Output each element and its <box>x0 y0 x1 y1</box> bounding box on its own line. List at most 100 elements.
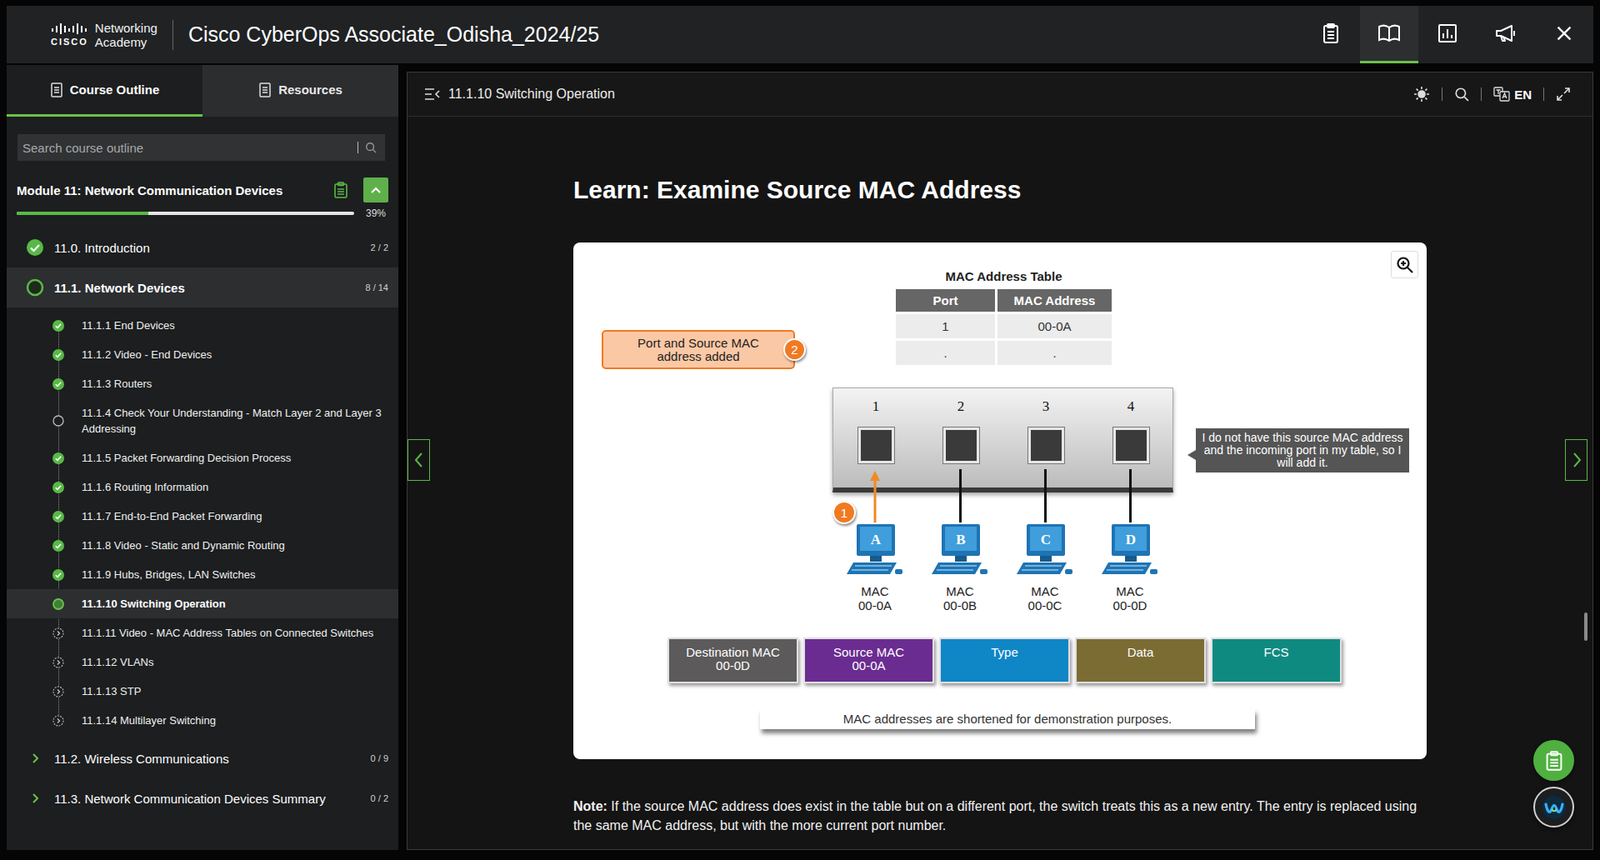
lesson-title: 11.1.7 End-to-End Packet Forwarding <box>81 508 382 525</box>
collapse-menu-icon[interactable] <box>424 87 441 101</box>
clipboard-icon <box>1319 21 1343 45</box>
lesson-item[interactable]: 11.1.14 Multilayer Switching <box>6 705 399 735</box>
mac-label: MAC <box>1115 584 1144 599</box>
cisco-logo: CISCO <box>50 23 89 47</box>
empty-circle-icon <box>52 415 65 427</box>
content-body: Learn: Examine Source MAC Address MAC Add… <box>407 116 1593 850</box>
cable <box>1044 469 1047 523</box>
chevron-right-icon <box>1570 450 1583 470</box>
section-row[interactable]: 11.1. Network Devices8 / 14 <box>6 267 399 308</box>
step-badge: 1 <box>832 500 856 525</box>
webex-icon <box>1540 794 1568 821</box>
mac-address-table: MAC Address TablePortMAC Address100-0A.. <box>893 269 1115 368</box>
module-toggle-button[interactable] <box>363 177 389 203</box>
logo-line: Networking <box>95 20 158 35</box>
next-button[interactable] <box>1565 439 1588 481</box>
lesson-item[interactable]: 11.1.2 Video - End Devices <box>6 340 399 370</box>
toolbar-button[interactable] <box>1360 5 1419 64</box>
workspace: Course OutlineResources Search course out… <box>6 65 1594 850</box>
table-header-row: PortMAC Address <box>895 289 1112 312</box>
content-panel: 11.1.10 Switching OperationENLearn: Exam… <box>406 71 1594 850</box>
mac-value: 00-0A <box>858 598 892 613</box>
frame-field: Type <box>939 637 1070 684</box>
mac-label: MAC <box>1030 584 1059 599</box>
lesson-item[interactable]: 11.1.7 End-to-End Packet Forwarding <box>6 501 399 531</box>
outline-section: 11.2. Wireless Communications 0 / 9 <box>6 738 399 779</box>
section-title: 11.2. Wireless Communications <box>54 751 361 766</box>
bar-chart-icon <box>1435 21 1460 45</box>
lesson-item[interactable]: 11.1.13 STP <box>6 676 399 706</box>
search-icon[interactable] <box>1454 86 1470 102</box>
previous-button[interactable] <box>407 439 430 481</box>
host: BMAC00-0B <box>917 469 1003 613</box>
window-title: Cisco CyberOps Associate_Odisha_2024/25 <box>188 22 600 47</box>
sidebar: Course OutlineResources Search course out… <box>6 65 399 850</box>
chevron-up-icon <box>369 183 383 197</box>
lesson-title: 11.1.11 Video - MAC Address Tables on Co… <box>81 625 382 641</box>
toolbar <box>1301 5 1594 64</box>
assessment-button[interactable] <box>1533 740 1575 781</box>
scrollbar-thumb[interactable] <box>1584 612 1588 641</box>
locked-step-icon <box>52 685 65 698</box>
outline-list: 11.0. Introduction2 / 211.1. Network Dev… <box>6 227 399 819</box>
zoom-button[interactable] <box>1390 250 1419 279</box>
section-row[interactable]: 11.2. Wireless Communications 0 / 9 <box>6 738 399 779</box>
chevron-right-icon <box>29 792 41 805</box>
lesson-item[interactable]: 11.1.5 Packet Forwarding Decision Proces… <box>6 443 399 473</box>
switch: 1234 <box>832 387 1174 493</box>
mac-value: 00-0D <box>1113 598 1148 613</box>
separator <box>1480 87 1482 101</box>
lesson-title: 11.1.9 Hubs, Bridges, LAN Switches <box>81 566 382 583</box>
toolbar-button[interactable] <box>1301 5 1360 64</box>
outline-section: 11.0. Introduction2 / 2 <box>6 227 399 268</box>
sun-icon[interactable] <box>1413 85 1430 103</box>
top-bar: CISCONetworkingAcademyCisco CyberOps Ass… <box>6 5 1594 64</box>
computer-icon: A <box>845 522 905 581</box>
language-button[interactable]: EN <box>1493 86 1532 102</box>
host: 1AMAC00-0A <box>832 469 918 613</box>
chevron-left-icon <box>413 450 425 470</box>
content-header: 11.1.10 Switching OperationEN <box>407 72 1593 117</box>
section-heading: Learn: Examine Source MAC Address <box>573 175 1427 205</box>
module-progress-label: 39% <box>365 207 386 220</box>
lesson-item[interactable]: 11.1.11 Video - MAC Address Tables on Co… <box>6 618 399 648</box>
search-field[interactable]: Search course outline <box>17 134 385 161</box>
lesson-item[interactable]: 11.1.4 Check Your Understanding - Match … <box>6 398 399 444</box>
host-row: 1AMAC00-0ABMAC00-0BCMAC00-0CDMAC00-0D <box>832 469 1173 613</box>
lesson-item[interactable]: 11.1.1 End Devices <box>6 310 399 340</box>
lesson-item[interactable]: 11.1.10 Switching Operation <box>6 589 399 619</box>
outline-section: 11.3. Network Communication Devices Summ… <box>6 778 399 819</box>
lesson-item[interactable]: 11.1.6 Routing Information <box>6 472 399 502</box>
lesson-item[interactable]: 11.1.8 Video - Static and Dynamic Routin… <box>6 530 399 560</box>
toolbar-button[interactable] <box>1418 5 1477 64</box>
check-circle-icon <box>52 452 65 465</box>
section-row[interactable]: 11.3. Network Communication Devices Summ… <box>6 778 399 819</box>
lesson-item[interactable]: 11.1.3 Routers <box>6 369 399 399</box>
book-icon <box>1376 21 1402 45</box>
clipboard-icon[interactable] <box>333 181 349 199</box>
expand-icon[interactable] <box>1555 86 1571 102</box>
sidebar-tab[interactable]: Course Outline <box>6 65 203 117</box>
computer-icon: B <box>930 522 990 581</box>
sidebar-tab[interactable]: Resources <box>202 65 399 117</box>
check-circle-icon <box>52 320 65 332</box>
close-button[interactable] <box>1535 5 1594 64</box>
section-count: 0 / 9 <box>370 753 389 764</box>
current-circle-icon <box>52 598 65 610</box>
upload-arrow-icon <box>869 469 881 523</box>
cisco-bars-icon <box>50 23 88 35</box>
lesson-title: 11.1.3 Routers <box>81 375 382 392</box>
lesson-item[interactable]: 11.1.9 Hubs, Bridges, LAN Switches <box>6 560 399 590</box>
lesson-title: 11.1.6 Routing Information <box>81 479 382 495</box>
port-number: 2 <box>957 398 965 415</box>
webex-button[interactable] <box>1533 786 1575 828</box>
section-count: 0 / 2 <box>370 793 389 804</box>
section-row[interactable]: 11.0. Introduction2 / 2 <box>6 227 399 268</box>
check-circle-icon <box>52 481 65 494</box>
port-number: 1 <box>872 398 880 415</box>
port-socket <box>1028 427 1065 464</box>
toolbar-button[interactable] <box>1476 5 1535 64</box>
netacad-logo[interactable]: CISCONetworkingAcademy <box>50 20 158 50</box>
diagram-caption: MAC addresses are shortened for demonstr… <box>760 709 1255 730</box>
lesson-item[interactable]: 11.1.12 VLANs <box>6 647 399 677</box>
